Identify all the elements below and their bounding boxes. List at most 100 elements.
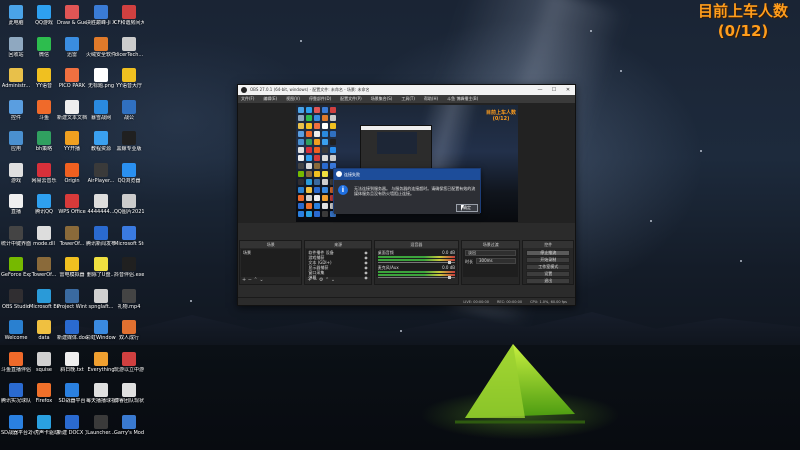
desktop-icon[interactable]: SD战器平台2.0 (1, 413, 31, 450)
transition-type-select[interactable]: 淡出 (465, 250, 517, 256)
passenger-counter-overlay: 目前上车人数 (0/12) (686, 1, 800, 41)
preview-icon (306, 115, 312, 121)
preview-icon (298, 187, 304, 193)
desktop-icon[interactable]: 新建 DOCX 文档.docx (57, 413, 87, 450)
preview-icon (298, 123, 304, 129)
desktop-icon-label: Project Winter (57, 303, 87, 310)
volume-slider[interactable] (377, 261, 456, 264)
menu-item[interactable]: 编辑(E) (263, 95, 277, 103)
preview-icon (306, 123, 312, 129)
preview-icon (330, 155, 336, 161)
menu-item[interactable]: 斗鱼 博峰播主(B) (447, 95, 478, 103)
preview-icon (322, 107, 328, 113)
duration-input[interactable]: 300ms (476, 258, 517, 264)
preview-icon (330, 131, 336, 137)
menu-item[interactable]: 场景集合(S) (371, 95, 393, 103)
preview-icon (314, 171, 320, 177)
app-icon (9, 99, 23, 114)
desktop-icon-label: 4444444... (87, 209, 115, 215)
preview-icon (314, 115, 320, 121)
control-button[interactable]: 停止推流 (526, 250, 570, 256)
preview-icon (298, 195, 304, 201)
preview-icon (306, 107, 312, 113)
app-icon (122, 288, 136, 303)
app-icon (9, 257, 23, 271)
menu-item[interactable]: 帮助(H) (424, 95, 438, 103)
desktop-icon-label: bh策略 (35, 146, 53, 152)
menu-item[interactable]: 工具(T) (401, 95, 415, 103)
desktop-icon-label: 斜日晚.txt (60, 366, 84, 373)
app-icon (37, 257, 51, 271)
preview-icon (330, 115, 336, 121)
preview-icon (314, 203, 320, 209)
preview-icon (306, 203, 312, 209)
minimize-icon[interactable]: — (533, 85, 547, 95)
close-icon[interactable]: ✕ (561, 85, 575, 95)
dialog-title: 连接失败 (344, 172, 360, 177)
desktop-icon-label: YY开播 (63, 146, 81, 152)
desktop-icon-label: 无标题.png (87, 83, 115, 89)
preview-icon (298, 115, 304, 121)
app-icon (9, 162, 23, 177)
app-icon (94, 99, 108, 114)
desktop-icon[interactable]: Launcher... (86, 413, 116, 450)
mouse-cursor-icon (461, 205, 464, 211)
menu-item[interactable]: 文件(F) (241, 95, 254, 103)
menu-item[interactable]: 停靠部件(D) (309, 95, 331, 103)
connection-failed-dialog[interactable]: 连接失败 i 无法连接到服务器。 与服务器的连接超时。请确保您已配置有效的流媒体… (333, 168, 481, 214)
app-icon (122, 36, 136, 51)
ok-button[interactable]: 确定 (456, 204, 478, 212)
scene-item[interactable]: 场景 (243, 250, 298, 255)
obs-statusbar: LIVE: 00:00:00 REC: 00:00:00 CPU: 1.0%, 60… (238, 297, 575, 305)
preview-icon (322, 211, 328, 217)
preview-icon (314, 123, 320, 129)
preview-counter: 目前上车人数 (0/12) (486, 110, 516, 122)
preview-icon (330, 107, 336, 113)
app-icon (65, 5, 79, 19)
control-button[interactable]: 工作室模式 (526, 264, 570, 270)
desktop-icon-label: 此电脑 (8, 20, 24, 26)
scenes-dock: 场景 场景 + − ⌃ ⌄ (239, 240, 303, 285)
desktop-icon[interactable]: 小虎声卡驱动助手 (29, 413, 59, 450)
desktop-icon-label: 斗鱼 (38, 114, 49, 121)
desktop-icon-label: TowerOf... (31, 272, 57, 278)
menu-item[interactable]: 视图(V) (286, 95, 300, 103)
desktop-icon-label: TowerOf... (59, 240, 85, 247)
preview-counter-value: (0/12) (492, 116, 510, 122)
app-icon (37, 5, 51, 19)
sources-toolbar[interactable]: + − ⚙ ⌃ ⌄ (307, 278, 335, 283)
desktop-icon-label: dicerTech... (114, 51, 144, 58)
app-icon (65, 257, 79, 271)
maximize-icon[interactable]: ☐ (547, 85, 561, 95)
volume-slider[interactable] (377, 276, 456, 279)
app-icon (94, 288, 108, 303)
desktop-icon-label: Draw & Guess (57, 20, 87, 26)
desktop-icon-label: 双人成行 (118, 335, 139, 341)
scenes-toolbar[interactable]: + − ⌃ ⌄ (242, 278, 264, 283)
control-button[interactable]: 开始录制 (526, 257, 570, 263)
sources-dock: 来源 软件播件 设备 ◉ 游戏捕获 ◉ 文本 (GDI+) ◉ 显示器捕获 ◉ 窗口采集 ◉ 弹幕 ◉… (304, 240, 372, 285)
duration-label: 时长 (465, 258, 474, 264)
desktop-icon-label: WPS Office (58, 209, 86, 215)
desktop-icon[interactable]: Garry's Mod (114, 413, 144, 450)
obs-titlebar[interactable]: OBS 27.0.1 (64-bit, windows) - 配置文件: 未命名… (238, 85, 575, 95)
desktop-icon-label: 直播 (10, 209, 21, 215)
app-icon (37, 225, 51, 240)
dialog-titlebar[interactable]: 连接失败 (334, 169, 480, 180)
desktop-icon-label: 决胜巅峰-Ji X助手 (86, 20, 116, 26)
menu-item[interactable]: 配置文件(P) (340, 95, 362, 103)
control-button[interactable]: 退出 (526, 278, 570, 284)
app-icon (122, 225, 136, 240)
dialog-message: 无法连接到服务器。 与服务器的连接超时。请确保您已配置有效的流媒体服务且没有防火… (354, 186, 476, 196)
mixer-dock-title: 混音器 (374, 241, 459, 248)
preview-icon (322, 179, 328, 185)
app-icon (9, 320, 23, 334)
scenes-dock-title: 场景 (240, 241, 302, 248)
app-icon (37, 162, 51, 177)
control-button[interactable]: 设置 (526, 271, 570, 277)
preview-icon (306, 139, 312, 145)
app-icon (9, 36, 23, 51)
app-icon (65, 351, 79, 366)
visibility-eye-icon[interactable]: ◉ (364, 275, 368, 280)
preview-icon (306, 179, 312, 185)
